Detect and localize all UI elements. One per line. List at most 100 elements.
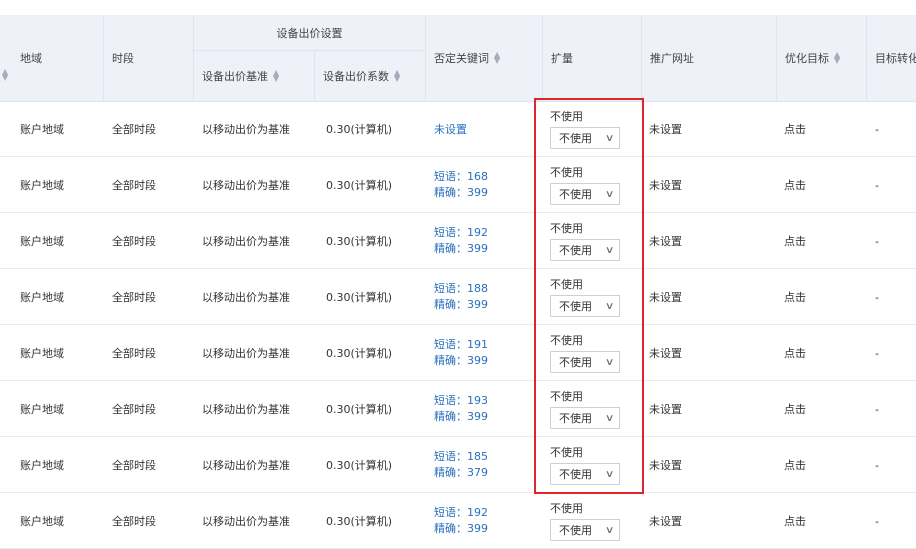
column-header-time: 时段 [104, 15, 194, 101]
cell-target-conv: - [875, 178, 879, 192]
column-header-device-bid-coef[interactable]: 设备出价系数 ▲ ▼ [315, 51, 426, 101]
cell-opt-target: 点击 [784, 459, 806, 472]
cell-promo-url: 未设置 [649, 515, 682, 528]
sort-icon[interactable]: ▲ ▼ [494, 51, 500, 65]
expand-current-value: 不使用 [550, 110, 583, 123]
table-row: 账户地域 全部时段 以移动出价为基准 0.30(计算机) 短语：192 精确：399 不使用… [0, 213, 916, 269]
cell-device-bid-coef: 0.30(计算机) [326, 291, 393, 304]
cell-expand: 不使用 不使用 ∨ [536, 325, 620, 381]
exact-keywords-link[interactable]: 精确：399 [434, 353, 488, 369]
expand-select[interactable]: 不使用 ∨ [550, 351, 620, 373]
expand-current-value: 不使用 [550, 446, 583, 459]
cell-device-bid-base: 以移动出价为基准 [202, 179, 290, 192]
phrase-keywords-link[interactable]: 短语：192 [434, 505, 488, 521]
phrase-keywords-link[interactable]: 短语：192 [434, 225, 488, 241]
cell-region: 账户地域 [20, 179, 64, 192]
sort-icon[interactable]: ▲ ▼ [273, 69, 279, 83]
cell-negative-keywords: 短语：191 精确：399 [426, 325, 488, 381]
cell-device-bid-coef: 0.30(计算机) [326, 515, 393, 528]
cell-time: 全部时段 [112, 459, 156, 472]
expand-select[interactable]: 不使用 ∨ [550, 127, 620, 149]
expand-current-value: 不使用 [550, 278, 583, 291]
column-header-opt-target[interactable]: 优化目标 ▲ ▼ [777, 15, 867, 101]
chevron-down-icon: ∨ [604, 300, 615, 312]
cell-expand: 不使用 不使用 ∨ [536, 157, 620, 213]
column-header-negative-keywords[interactable]: 否定关键词 ▲ ▼ [426, 15, 543, 101]
phrase-keywords-link[interactable]: 短语：185 [434, 449, 488, 465]
cell-negative-keywords: 短语：168 精确：399 [426, 157, 488, 213]
phrase-keywords-link[interactable]: 短语：193 [434, 393, 488, 409]
cell-device-bid-base: 以移动出价为基准 [202, 515, 290, 528]
expand-current-value: 不使用 [550, 390, 583, 403]
expand-select[interactable]: 不使用 ∨ [550, 463, 620, 485]
cell-time: 全部时段 [112, 347, 156, 360]
cell-time: 全部时段 [112, 403, 156, 416]
cell-device-bid-base: 以移动出价为基准 [202, 403, 290, 416]
cell-negative-keywords: 短语：192 精确：399 [426, 493, 488, 549]
exact-keywords-link[interactable]: 精确：399 [434, 297, 488, 313]
cell-opt-target: 点击 [784, 291, 806, 304]
cell-expand: 不使用不使用 ∨ [536, 381, 620, 437]
table-row: 账户地域 全部时段 以移动出价为基准 0.30(计算机) 短语：192 精确：399 不使用… [0, 493, 916, 549]
cell-promo-url: 未设置 [649, 123, 682, 136]
table-row: 账户地域 全部时段 以移动出价为基准 0.30(计算机) 短语：193 精确：399 不使用… [0, 381, 916, 437]
negative-keywords-link[interactable]: 未设置 [426, 101, 467, 157]
expand-select[interactable]: 不使用 ∨ [550, 407, 620, 429]
expand-select[interactable]: 不使用 ∨ [550, 295, 620, 317]
cell-region: 账户地域 [20, 515, 64, 528]
expand-select-value: 不使用 [559, 300, 592, 313]
cell-device-bid-base: 以移动出价为基准 [202, 235, 290, 248]
exact-keywords-link[interactable]: 精确：399 [434, 409, 488, 425]
cell-expand: 不使用 不使用 ∨ [536, 437, 620, 493]
expand-select-value: 不使用 [559, 356, 592, 369]
expand-select-value: 不使用 [559, 524, 592, 537]
column-header-region: 地域 [12, 15, 104, 101]
cell-target-conv: - [875, 458, 879, 472]
expand-select[interactable]: 不使用 ∨ [550, 183, 620, 205]
cell-expand: 不使用 不使用 ∨ [536, 269, 620, 325]
expand-select-value: 不使用 [559, 468, 592, 481]
cell-target-conv: - [875, 402, 879, 416]
chevron-down-icon: ∨ [604, 188, 615, 200]
cell-region: 账户地域 [20, 459, 64, 472]
cell-region: 账户地域 [20, 123, 64, 136]
column-header-expand: 扩量 [543, 15, 642, 101]
cell-target-conv: - [875, 290, 879, 304]
cell-region: 账户地域 [20, 235, 64, 248]
table-row: 账户地域 全部时段 以移动出价为基准 0.30(计算机) 短语：185 精确：379 不使用… [0, 437, 916, 493]
cell-region: 账户地域 [20, 291, 64, 304]
table-row: 账户地域 全部时段 以移动出价为基准 0.30(计算机) 短语：191 精确：399 不使用… [0, 325, 916, 381]
column-header-device-bid-base[interactable]: 设备出价基准 ▲ ▼ [194, 51, 315, 101]
expand-select[interactable]: 不使用 ∨ [550, 519, 620, 541]
cell-target-conv: - [875, 234, 879, 248]
cell-expand: 不使用不使用 ∨ [536, 101, 620, 157]
cell-device-bid-base: 以移动出价为基准 [202, 347, 290, 360]
sort-icon[interactable]: ▲ ▼ [834, 51, 840, 65]
phrase-keywords-link[interactable]: 短语：188 [434, 281, 488, 297]
cell-expand: 不使用不使用 ∨ [536, 213, 620, 269]
cell-region: 账户地域 [20, 403, 64, 416]
expand-select-value: 不使用 [559, 188, 592, 201]
cell-negative-keywords: 短语：192 精确：399 [426, 213, 488, 269]
table-header: ▲ ▼ 地域 时段 设备出价设置 设备出价基准 ▲ ▼ 设备出价系数 ▲ ▼ 否定关键… [0, 15, 916, 102]
expand-select[interactable]: 不使用 ∨ [550, 239, 620, 261]
cell-opt-target: 点击 [784, 347, 806, 360]
table-row: 账户地域 全部时段 以移动出价为基准 0.30(计算机) 短语：168 精确：399 不使用… [0, 157, 916, 213]
cell-opt-target: 点击 [784, 123, 806, 136]
chevron-down-icon: ∨ [604, 356, 615, 368]
sort-icon[interactable]: ▲ ▼ [394, 69, 400, 83]
sort-icon[interactable]: ▲ ▼ [2, 68, 8, 82]
cell-device-bid-base: 以移动出价为基准 [202, 123, 290, 136]
cell-time: 全部时段 [112, 235, 156, 248]
phrase-keywords-link[interactable]: 短语：168 [434, 169, 488, 185]
phrase-keywords-link[interactable]: 短语：191 [434, 337, 488, 353]
chevron-down-icon: ∨ [604, 244, 615, 256]
exact-keywords-link[interactable]: 精确：399 [434, 241, 488, 257]
cell-device-bid-coef: 0.30(计算机) [326, 347, 393, 360]
cell-promo-url: 未设置 [649, 179, 682, 192]
exact-keywords-link[interactable]: 精确：399 [434, 185, 488, 201]
chevron-down-icon: ∨ [604, 468, 615, 480]
exact-keywords-link[interactable]: 精确：379 [434, 465, 488, 481]
cell-time: 全部时段 [112, 179, 156, 192]
expand-current-value: 不使用 [550, 222, 583, 235]
